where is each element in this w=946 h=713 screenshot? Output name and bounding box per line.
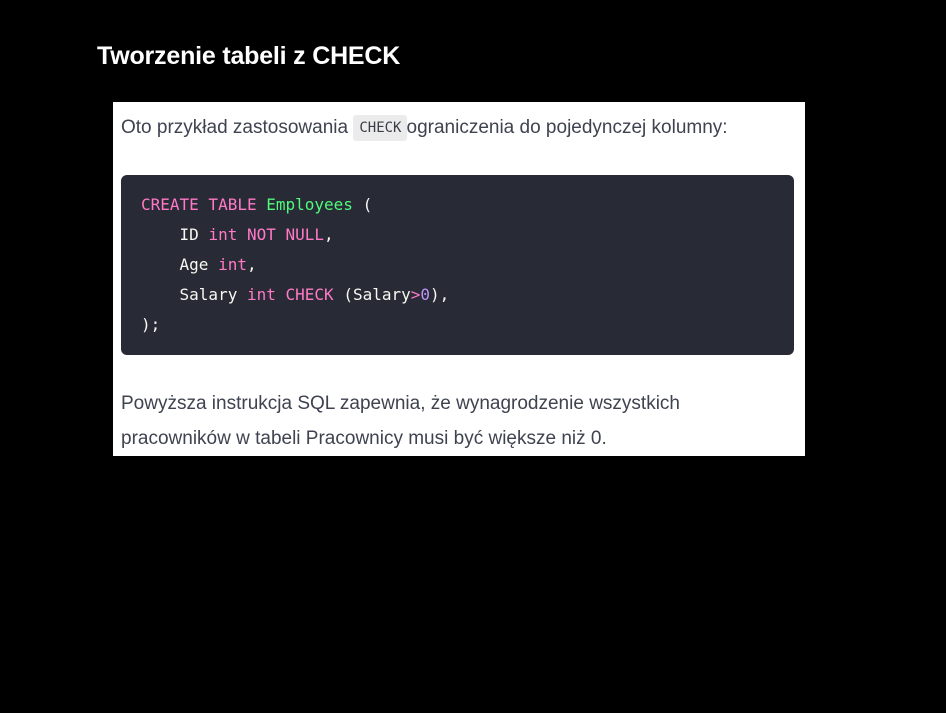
code-line: Salary int CHECK (Salary>0),: [141, 280, 794, 310]
code-token-kw: int: [246, 285, 276, 304]
code-token-plain: (Salary: [333, 285, 411, 304]
code-line: );: [141, 310, 794, 340]
code-token-op: >: [410, 285, 421, 304]
code-token-plain: Salary: [141, 285, 247, 304]
code-token-plain: ),: [430, 285, 450, 304]
code-line: ID int NOT NULL,: [141, 220, 794, 250]
intro-paragraph: Oto przykład zastosowania CHECK ogranicze…: [121, 114, 728, 142]
code-token-num: 0: [420, 285, 431, 304]
intro-text-before: Oto przykład zastosowania: [121, 117, 354, 138]
code-token-plain: Age: [141, 255, 219, 274]
code-line: Age int,: [141, 250, 794, 280]
code-token-name: Employees: [266, 195, 353, 214]
slide-title: Tworzenie tabeli z CHECK: [97, 42, 401, 70]
code-token-kw: int: [208, 225, 238, 244]
code-line: CREATE TABLE Employees (: [141, 190, 794, 220]
code-token-kw: int: [218, 255, 247, 274]
code-token-kw: NOT NULL: [246, 225, 325, 244]
code-token-kw: CREATE TABLE: [141, 195, 257, 214]
code-token-plain: );: [141, 315, 161, 334]
content-card: Oto przykład zastosowania CHECK ogranicze…: [113, 102, 805, 456]
code-token-kw: CHECK: [285, 285, 334, 304]
code-token-plain: ID: [141, 225, 209, 244]
inline-code-check: CHECK: [353, 115, 407, 141]
sql-code-block: CREATE TABLE Employees ( ID int NOT NULL…: [121, 175, 794, 355]
outro-paragraph: Powyższa instrukcja SQL zapewnia, że wyn…: [121, 393, 680, 449]
code-token-plain: (: [352, 195, 373, 214]
code-token-plain: ,: [246, 255, 257, 274]
code-token-plain: ,: [324, 225, 334, 244]
intro-text-after: ograniczenia do pojedynczej kolumny:: [406, 117, 728, 138]
